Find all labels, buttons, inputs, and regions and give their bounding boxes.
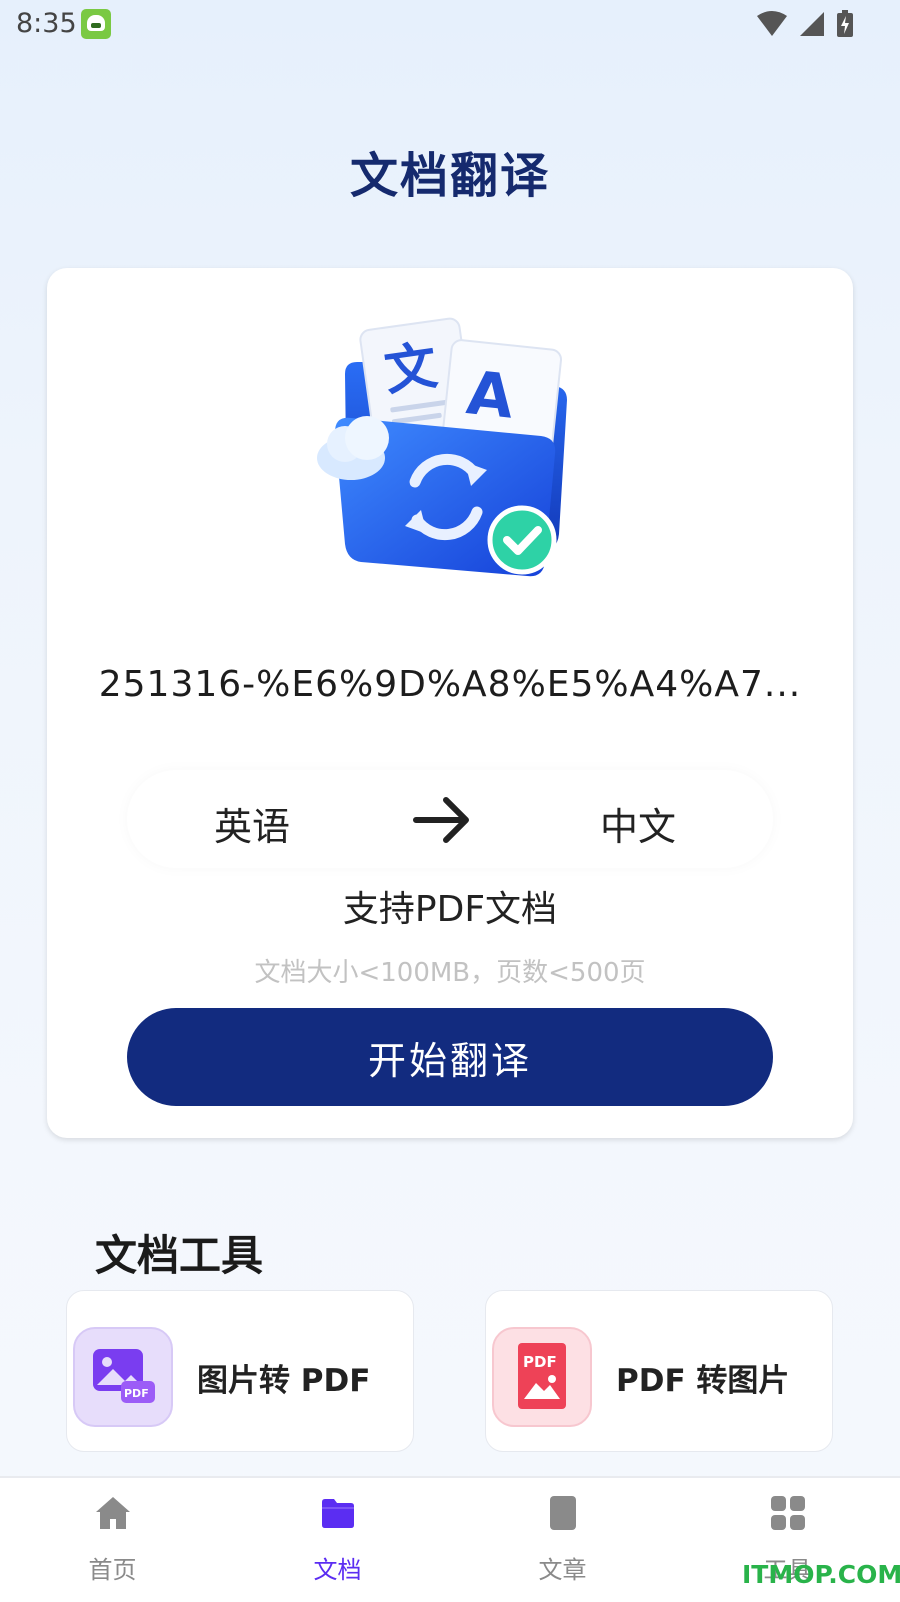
selected-file-name: 251316-%E6%9D%A8%E5%A4%A7...: [98, 664, 802, 705]
file-limit-text: 文档大小<100MB，页数<500页: [254, 958, 646, 988]
start-translate-button[interactable]: 开始翻译: [127, 1008, 773, 1106]
svg-text:A: A: [463, 358, 517, 433]
image-to-pdf-tool[interactable]: PDF 图片转 PDF: [66, 1290, 414, 1452]
pdf-to-image-tool[interactable]: PDF PDF 转图片: [485, 1290, 833, 1452]
image-to-pdf-icon: PDF: [73, 1327, 173, 1427]
nav-label-articles: 文章: [538, 1556, 587, 1584]
signal-icon: [800, 12, 824, 36]
status-icons: [756, 8, 854, 40]
status-time: 8:35: [16, 8, 77, 39]
document-translate-illustration: 文 A: [317, 317, 567, 577]
pdf-to-image-icon: PDF: [492, 1327, 592, 1427]
translate-card: 文 A 251316-%E6%9D%A8%E5%A4%A7... 英语 中文 支…: [47, 268, 853, 1138]
document-tools-title: 文档工具: [95, 1231, 264, 1280]
site-watermark: ITMOP.COM: [742, 1560, 900, 1589]
wifi-icon: [757, 11, 787, 36]
svg-text:文: 文: [381, 336, 441, 403]
page-title: 文档翻译: [349, 148, 550, 204]
home-icon: [96, 1497, 130, 1529]
pdf-to-image-label: PDF 转图片: [616, 1363, 790, 1399]
source-language-option[interactable]: 英语: [127, 796, 377, 851]
folder-icon: [322, 1499, 354, 1528]
supported-format-text: 支持PDF文档: [342, 889, 558, 930]
status-bar: 8:35: [0, 0, 900, 48]
nav-item-home[interactable]: 首页: [0, 1478, 225, 1602]
grid-icon: [771, 1496, 805, 1530]
svg-text:PDF: PDF: [523, 1353, 557, 1371]
app-notification-icon: [81, 9, 111, 39]
nav-item-documents[interactable]: 文档: [225, 1478, 450, 1602]
article-icon: [550, 1496, 576, 1530]
svg-text:PDF: PDF: [124, 1387, 149, 1400]
nav-label-documents: 文档: [313, 1556, 362, 1584]
target-language-option[interactable]: 中文: [513, 796, 763, 851]
image-to-pdf-label: 图片转 PDF: [197, 1363, 371, 1399]
nav-label-home: 首页: [88, 1556, 137, 1584]
arrow-right-icon[interactable]: [410, 788, 474, 852]
nav-item-articles[interactable]: 文章: [450, 1478, 675, 1602]
battery-charging-icon: [837, 10, 853, 37]
language-selector: 英语 中文: [127, 770, 773, 868]
